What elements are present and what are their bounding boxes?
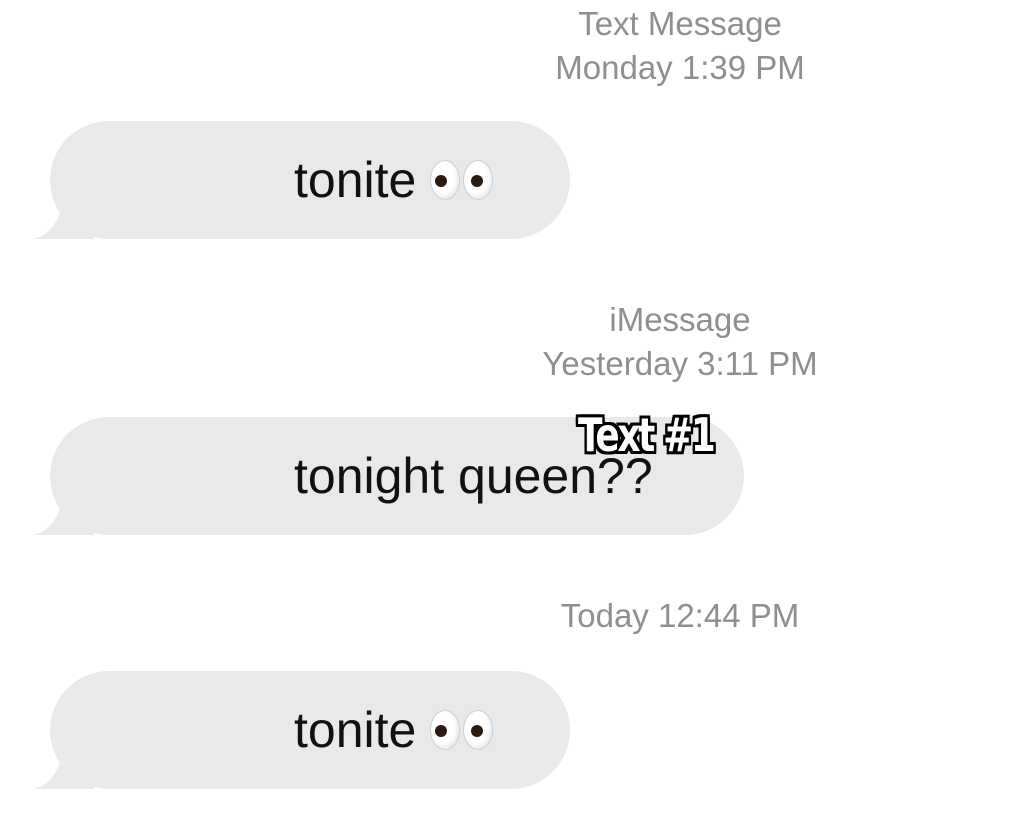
timestamp-label: Today 12:44 PM	[560, 597, 800, 634]
eyes-icon	[430, 159, 494, 200]
message-text: tonite	[294, 701, 494, 759]
left-eye	[430, 709, 461, 750]
incoming-message-bubble-3[interactable]: tonite	[34, 671, 570, 789]
service-label: iMessage	[609, 301, 751, 338]
eyes-icon	[430, 709, 494, 750]
message-header-1: Text Message Monday 1:39 PM	[360, 2, 1000, 90]
message-header-2: iMessage Yesterday 3:11 PM	[360, 298, 1000, 386]
right-eye	[463, 159, 494, 200]
service-label: Text Message	[578, 5, 782, 42]
left-eye	[430, 159, 461, 200]
timestamp-label: Yesterday 3:11 PM	[542, 345, 818, 382]
message-header-3: Today 12:44 PM	[360, 594, 1000, 638]
timestamp-label: Monday 1:39 PM	[555, 49, 805, 86]
overlay-caption: Text #1	[578, 408, 716, 462]
right-eye	[463, 709, 494, 750]
message-text: tonite	[294, 151, 494, 209]
bubble-tail	[34, 739, 94, 789]
bubble-tail	[34, 189, 94, 239]
bubble-tail	[34, 485, 94, 535]
incoming-message-bubble-1[interactable]: tonite	[34, 121, 570, 239]
